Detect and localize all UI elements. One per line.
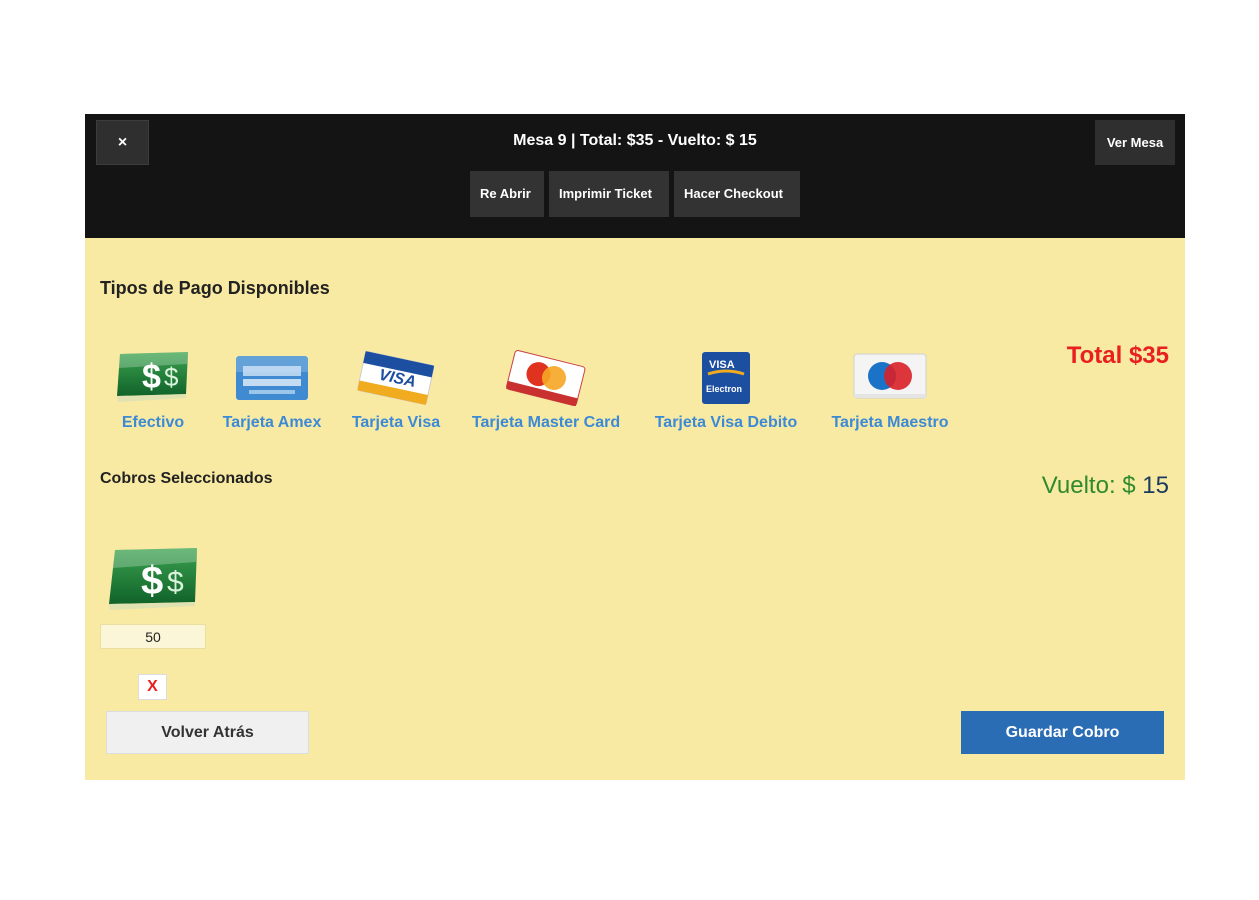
vuelto-label: Vuelto: $ xyxy=(1041,472,1136,499)
payment-option-maestro[interactable]: Tarjeta Maestro xyxy=(826,346,954,432)
mastercard-icon xyxy=(505,349,586,407)
svg-text:$: $ xyxy=(164,362,179,392)
cash-icon: $ $ xyxy=(109,548,197,610)
payment-option-visa-debito[interactable]: VISA Electron Tarjeta Visa Debito xyxy=(648,346,804,432)
vuelto-display: Vuelto: $ 15 xyxy=(1042,472,1169,500)
cobro-amount-input[interactable] xyxy=(100,624,206,649)
payment-dialog: × Mesa 9 | Total: $35 - Vuelto: $ 15 Ver… xyxy=(85,114,1185,780)
svg-text:Electron: Electron xyxy=(706,384,742,394)
remove-cobro-button[interactable]: X xyxy=(138,674,167,700)
guardar-cobro-button[interactable]: Guardar Cobro xyxy=(961,711,1164,754)
visa-card-icon: VISA xyxy=(357,351,435,405)
payment-label: Efectivo xyxy=(121,414,185,431)
payment-option-amex[interactable]: Tarjeta Amex xyxy=(216,346,328,432)
selected-payment: $ $ xyxy=(107,546,199,621)
payment-label: Tarjeta Visa Debito xyxy=(654,414,798,431)
payment-label: Tarjeta Amex xyxy=(222,414,322,431)
imprimir-ticket-button[interactable]: Imprimir Ticket xyxy=(549,171,669,217)
ver-mesa-button[interactable]: Ver Mesa xyxy=(1095,120,1175,165)
payment-label: Tarjeta Maestro xyxy=(831,414,949,431)
reabrir-button[interactable]: Re Abrir xyxy=(470,171,544,217)
volver-atras-button[interactable]: Volver Atrás xyxy=(106,711,309,754)
payment-option-visa[interactable]: VISA Tarjeta Visa xyxy=(347,346,445,432)
svg-text:$: $ xyxy=(167,566,184,599)
total-label: Total $35 xyxy=(1066,342,1169,369)
dialog-header: × Mesa 9 | Total: $35 - Vuelto: $ 15 Ver… xyxy=(85,114,1185,238)
payment-label: Tarjeta Master Card xyxy=(471,414,621,431)
vuelto-value: 15 xyxy=(1142,472,1169,499)
maestro-card-icon xyxy=(853,353,927,399)
svg-text:VISA: VISA xyxy=(709,359,735,371)
payment-option-efectivo[interactable]: $ $ Efectivo xyxy=(112,346,194,432)
svg-text:$: $ xyxy=(142,358,161,396)
cash-icon: $ $ xyxy=(117,352,188,402)
svg-text:$: $ xyxy=(141,559,163,603)
payment-option-mastercard[interactable]: Tarjeta Master Card xyxy=(465,346,627,432)
payment-label: Tarjeta Visa xyxy=(351,414,441,431)
amex-card-icon xyxy=(236,356,308,400)
visa-electron-icon: VISA Electron xyxy=(702,352,750,404)
hacer-checkout-button[interactable]: Hacer Checkout xyxy=(674,171,800,217)
header-title: Mesa 9 | Total: $35 - Vuelto: $ 15 xyxy=(513,132,757,149)
cobros-title: Cobros Seleccionados xyxy=(100,470,273,487)
header-actions: Re Abrir Imprimir Ticket Hacer Checkout xyxy=(85,171,1185,217)
payment-types-title: Tipos de Pago Disponibles xyxy=(100,278,330,298)
